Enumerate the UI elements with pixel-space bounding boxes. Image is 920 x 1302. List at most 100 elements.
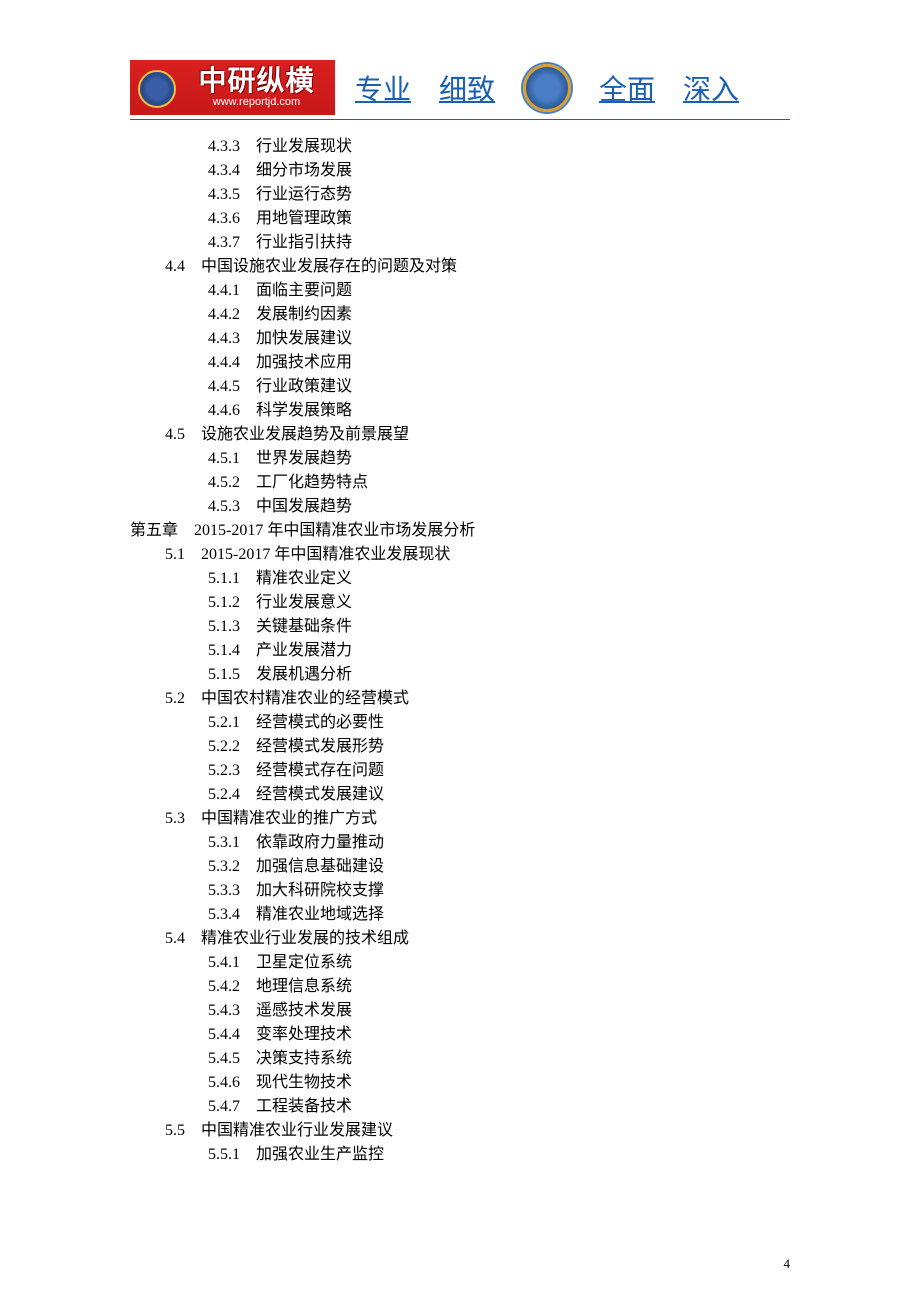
toc-number: 5.4.7 xyxy=(208,1098,240,1115)
toc-title: 细分市场发展 xyxy=(240,162,352,179)
toc-number: 4.3.5 xyxy=(208,186,240,203)
toc-entry: 5.4.3 遥感技术发展 xyxy=(130,999,790,1023)
toc-title: 2015-2017 年中国精准农业市场发展分析 xyxy=(178,522,475,539)
toc-title: 发展机遇分析 xyxy=(240,666,352,683)
toc-title: 经营模式的必要性 xyxy=(240,714,384,731)
toc-entry: 5.1.4 产业发展潜力 xyxy=(130,639,790,663)
toc-title: 精准农业地域选择 xyxy=(240,906,384,923)
toc-number: 5.1.1 xyxy=(208,570,240,587)
toc-title: 经营模式发展形势 xyxy=(240,738,384,755)
toc-entry: 5.3.1 依靠政府力量推动 xyxy=(130,831,790,855)
toc-title: 遥感技术发展 xyxy=(240,1002,352,1019)
toc-title: 科学发展策略 xyxy=(240,402,352,419)
toc-entry: 第五章 2015-2017 年中国精准农业市场发展分析 xyxy=(130,519,790,543)
toc-entry: 4.4.2 发展制约因素 xyxy=(130,303,790,327)
toc-title: 经营模式发展建议 xyxy=(240,786,384,803)
toc-number: 4.4 xyxy=(165,258,185,275)
toc-number: 4.5.3 xyxy=(208,498,240,515)
toc-entry: 5.2.2 经营模式发展形势 xyxy=(130,735,790,759)
toc-entry: 5.5 中国精准农业行业发展建议 xyxy=(130,1119,790,1143)
slogan-word-4[interactable]: 深入 xyxy=(683,68,739,108)
toc-number: 4.3.3 xyxy=(208,138,240,155)
toc-title: 中国精准农业的推广方式 xyxy=(185,810,377,827)
slogan-word-3[interactable]: 全面 xyxy=(599,68,655,108)
toc-number: 5.4 xyxy=(165,930,185,947)
toc-number: 4.5.2 xyxy=(208,474,240,491)
toc-entry: 4.5.1 世界发展趋势 xyxy=(130,447,790,471)
toc-number: 5.3 xyxy=(165,810,185,827)
logo-url: www.reportjd.com xyxy=(213,97,300,108)
toc-number: 4.4.6 xyxy=(208,402,240,419)
toc-number: 5.2.4 xyxy=(208,786,240,803)
slogan-word-2[interactable]: 细致 xyxy=(439,68,495,108)
toc-entry: 5.2 中国农村精准农业的经营模式 xyxy=(130,687,790,711)
toc-title: 世界发展趋势 xyxy=(240,450,352,467)
toc-number: 5.1.5 xyxy=(208,666,240,683)
toc-entry: 5.4.7 工程装备技术 xyxy=(130,1095,790,1119)
toc-number: 5.5.1 xyxy=(208,1146,240,1163)
toc-entry: 5.4.4 变率处理技术 xyxy=(130,1023,790,1047)
toc-number: 5.3.1 xyxy=(208,834,240,851)
toc-number: 5.2.3 xyxy=(208,762,240,779)
toc-entry: 5.3.3 加大科研院校支撑 xyxy=(130,879,790,903)
toc-entry: 5.3.4 精准农业地域选择 xyxy=(130,903,790,927)
toc-entry: 5.4.5 决策支持系统 xyxy=(130,1047,790,1071)
toc-entry: 5.1.5 发展机遇分析 xyxy=(130,663,790,687)
toc-number: 4.3.7 xyxy=(208,234,240,251)
toc-title: 地理信息系统 xyxy=(240,978,352,995)
page-header: 中研纵横 www.reportjd.com 专业 细致 全面 深入 xyxy=(130,60,790,120)
toc-title: 加大科研院校支撑 xyxy=(240,882,384,899)
toc-number: 5.1.3 xyxy=(208,618,240,635)
header-slogan: 专业 细致 全面 深入 xyxy=(355,64,739,112)
toc-entry: 4.5.2 工厂化趋势特点 xyxy=(130,471,790,495)
toc-number: 5.3.2 xyxy=(208,858,240,875)
toc-entry: 4.3.4 细分市场发展 xyxy=(130,159,790,183)
logo: 中研纵横 www.reportjd.com xyxy=(130,60,335,115)
toc-title: 产业发展潜力 xyxy=(240,642,352,659)
emblem-icon xyxy=(523,64,571,112)
toc-title: 行业政策建议 xyxy=(240,378,352,395)
toc-title: 行业发展现状 xyxy=(240,138,352,155)
toc-title: 精准农业行业发展的技术组成 xyxy=(185,930,409,947)
toc-entry: 5.4.6 现代生物技术 xyxy=(130,1071,790,1095)
toc-number: 4.4.5 xyxy=(208,378,240,395)
toc-entry: 4.3.5 行业运行态势 xyxy=(130,183,790,207)
toc-number: 5.2.1 xyxy=(208,714,240,731)
toc-entry: 4.3.7 行业指引扶持 xyxy=(130,231,790,255)
toc-entry: 5.4.1 卫星定位系统 xyxy=(130,951,790,975)
toc-title: 用地管理政策 xyxy=(240,210,352,227)
toc-title: 现代生物技术 xyxy=(240,1074,352,1091)
logo-text-block: 中研纵横 www.reportjd.com xyxy=(198,67,314,108)
toc-title: 发展制约因素 xyxy=(240,306,352,323)
toc-entry: 4.3.3 行业发展现状 xyxy=(130,135,790,159)
toc-number: 4.4.4 xyxy=(208,354,240,371)
toc-entry: 5.2.3 经营模式存在问题 xyxy=(130,759,790,783)
toc-title: 加强技术应用 xyxy=(240,354,352,371)
toc-number: 4.3.6 xyxy=(208,210,240,227)
toc-number: 5.1.2 xyxy=(208,594,240,611)
page-number: 4 xyxy=(784,1256,791,1272)
toc-title: 中国设施农业发展存在的问题及对策 xyxy=(185,258,457,275)
toc-title: 工厂化趋势特点 xyxy=(240,474,368,491)
toc-title: 行业发展意义 xyxy=(240,594,352,611)
toc-number: 5.4.2 xyxy=(208,978,240,995)
toc-title: 中国发展趋势 xyxy=(240,498,352,515)
toc-entry: 4.4.1 面临主要问题 xyxy=(130,279,790,303)
toc-entry: 5.1.3 关键基础条件 xyxy=(130,615,790,639)
toc-number: 5.2.2 xyxy=(208,738,240,755)
toc-number: 第五章 xyxy=(130,522,178,539)
toc-entry: 4.3.6 用地管理政策 xyxy=(130,207,790,231)
toc-number: 4.4.2 xyxy=(208,306,240,323)
toc-title: 卫星定位系统 xyxy=(240,954,352,971)
toc-entry: 4.5 设施农业发展趋势及前景展望 xyxy=(130,423,790,447)
toc-title: 行业运行态势 xyxy=(240,186,352,203)
toc-title: 依靠政府力量推动 xyxy=(240,834,384,851)
toc-title: 中国精准农业行业发展建议 xyxy=(185,1122,393,1139)
slogan-word-1[interactable]: 专业 xyxy=(355,68,411,108)
toc-entry: 5.2.4 经营模式发展建议 xyxy=(130,783,790,807)
toc-title: 决策支持系统 xyxy=(240,1050,352,1067)
toc-entry: 4.4.6 科学发展策略 xyxy=(130,399,790,423)
toc-number: 5.4.3 xyxy=(208,1002,240,1019)
toc-entry: 4.5.3 中国发展趋势 xyxy=(130,495,790,519)
toc-number: 5.4.1 xyxy=(208,954,240,971)
